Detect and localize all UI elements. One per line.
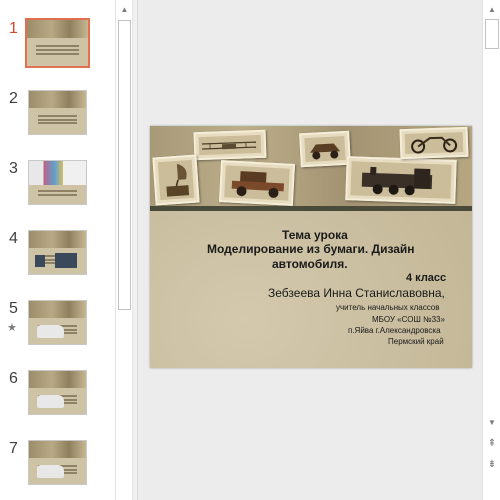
thumbnail-text-line — [37, 190, 78, 193]
slide-number: 7 — [9, 440, 18, 457]
thumbnail-banner — [29, 231, 86, 249]
thumbnail-banner — [29, 91, 86, 109]
small-car-photo — [299, 130, 351, 168]
thumbnail-car-image — [36, 324, 65, 339]
animation-star-icon: ★ — [7, 322, 17, 334]
vintage-banner-image — [150, 126, 472, 206]
location-name: п.Яйва г.Александровска — [348, 326, 441, 335]
slide-thumbnail[interactable] — [28, 440, 87, 485]
thumbnail-banner — [29, 441, 86, 459]
slide-title-line1: Моделирование из бумаги. Дизайн — [207, 242, 415, 256]
slide-thumbnail-pane: 1 2 3 4 5 ★ 6 7 — [0, 0, 115, 500]
slide-thumbnail[interactable] — [28, 300, 87, 345]
thumbnail-car-image — [36, 394, 65, 409]
author-position: учитель начальных классов — [336, 303, 440, 312]
scroll-down-icon[interactable]: ▼ — [483, 413, 500, 431]
scroll-up-icon[interactable]: ▲ — [116, 0, 133, 18]
thumbnail-photo — [34, 254, 45, 267]
banner-divider — [150, 206, 472, 211]
slide-number: 3 — [9, 160, 18, 177]
slide-number: 6 — [9, 370, 18, 387]
current-slide[interactable]: Тема урока Моделирование из бумаги. Диза… — [150, 126, 472, 368]
thumbnail-banner — [27, 20, 88, 39]
thumbnail-scroll-thumb[interactable] — [118, 20, 131, 310]
next-slide-icon[interactable]: ⇟ — [483, 455, 500, 473]
grade-label: 4 класс — [406, 272, 447, 284]
scroll-up-icon[interactable]: ▲ — [483, 0, 500, 18]
thumbnail-car-image — [36, 464, 65, 479]
lesson-topic-label: Тема урока — [282, 228, 348, 242]
slide-thumbnail[interactable] — [25, 18, 90, 68]
slide-thumbnail-row[interactable]: 5 ★ — [0, 300, 115, 356]
slide-thumbnail[interactable] — [28, 230, 87, 275]
thumbnail-text-line — [37, 193, 78, 196]
presentation-editor: 1 2 3 4 5 ★ 6 7 ▲ Тема урока Моделирован… — [0, 0, 500, 500]
thumbnail-scrollbar[interactable]: ▲ — [115, 0, 133, 500]
slide-number: 2 — [9, 90, 18, 107]
thumbnail-text-line — [37, 118, 78, 121]
small-car-icon — [310, 143, 341, 160]
slide-thumbnail-row[interactable]: 6 — [0, 370, 115, 426]
thumbnail-text-line — [36, 49, 79, 52]
slide-thumbnail-row[interactable]: 3 — [0, 160, 115, 216]
airplane-photo — [193, 129, 267, 161]
vintage-car-photo — [218, 160, 296, 206]
slide-title-line2: автомобиля. — [272, 257, 348, 271]
slide-scroll-thumb[interactable] — [485, 19, 499, 49]
gramophone-icon — [166, 163, 190, 197]
locomotive-photo — [345, 156, 457, 204]
slide-thumbnail-row[interactable]: 7 — [0, 440, 115, 496]
slide-thumbnail-row[interactable]: 4 — [0, 230, 115, 286]
thumbnail-photo — [54, 253, 78, 269]
thumbnail-banner — [29, 161, 86, 185]
slide-number: 4 — [9, 230, 18, 247]
slide-thumbnail[interactable] — [28, 160, 87, 205]
slide-number: 1 — [9, 20, 18, 37]
slide-thumbnail-row[interactable]: 2 — [0, 90, 115, 146]
slide-thumbnail[interactable] — [28, 370, 87, 415]
previous-slide-icon[interactable]: ⇞ — [483, 434, 500, 452]
motorcycle-photo — [399, 126, 469, 160]
airplane-icon — [201, 141, 257, 150]
thumbnail-text-line — [37, 114, 78, 117]
motorcycle-icon — [411, 136, 458, 154]
thumbnail-banner — [29, 371, 86, 389]
locomotive-icon — [361, 166, 433, 196]
vintage-car-icon — [231, 171, 285, 198]
thumbnail-text-line — [36, 45, 79, 48]
slide-thumbnail[interactable] — [28, 90, 87, 135]
thumbnail-banner — [29, 301, 86, 319]
thumbnail-text-line — [37, 121, 78, 124]
thumbnail-text-line — [36, 53, 79, 56]
slide-number: 5 — [9, 300, 18, 317]
slide-scrollbar[interactable]: ▲ ▼ ⇞ ⇟ — [482, 0, 500, 500]
gramophone-photo — [152, 154, 200, 206]
slide-thumbnail-row[interactable]: 1 — [0, 18, 115, 76]
school-name: МБОУ «СОШ №33» — [372, 315, 445, 324]
region-name: Пермский край — [388, 337, 444, 346]
author-name: Зебзеева Инна Станиславовна, — [268, 286, 445, 300]
